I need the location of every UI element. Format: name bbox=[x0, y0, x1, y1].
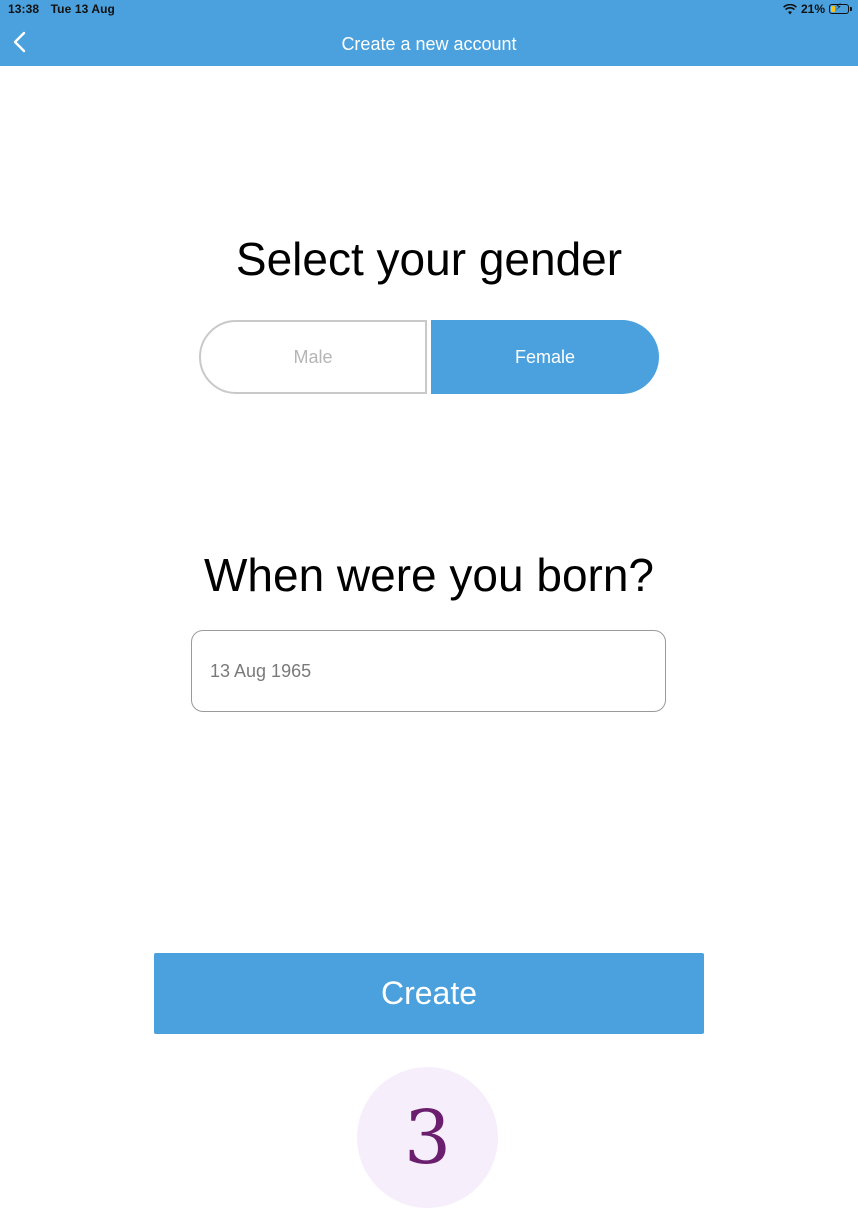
status-bar-right: 21% ⚡ bbox=[783, 2, 852, 16]
wifi-icon bbox=[783, 3, 797, 14]
create-button[interactable]: Create bbox=[154, 953, 704, 1034]
status-bar-left: 13:38 Tue 13 Aug bbox=[8, 2, 115, 16]
birth-date-field[interactable]: 13 Aug 1965 bbox=[191, 630, 666, 712]
birth-heading: When were you born? bbox=[203, 549, 655, 601]
battery-percent: 21% bbox=[800, 2, 825, 16]
status-time: 13:38 bbox=[8, 2, 40, 16]
step-indicator: 3 bbox=[357, 1067, 498, 1208]
navigation-bar: 13:38 Tue 13 Aug 21% ⚡ Create a new acco… bbox=[0, 0, 858, 66]
battery-charging-icon: ⚡ bbox=[829, 2, 849, 14]
gender-option-male[interactable]: Male bbox=[199, 320, 427, 394]
page-title: Create a new account bbox=[341, 34, 517, 54]
gender-option-female[interactable]: Female bbox=[431, 320, 659, 394]
gender-heading: Select your gender bbox=[235, 233, 623, 285]
battery-cap bbox=[850, 7, 852, 11]
status-date: Tue 13 Aug bbox=[50, 2, 115, 16]
